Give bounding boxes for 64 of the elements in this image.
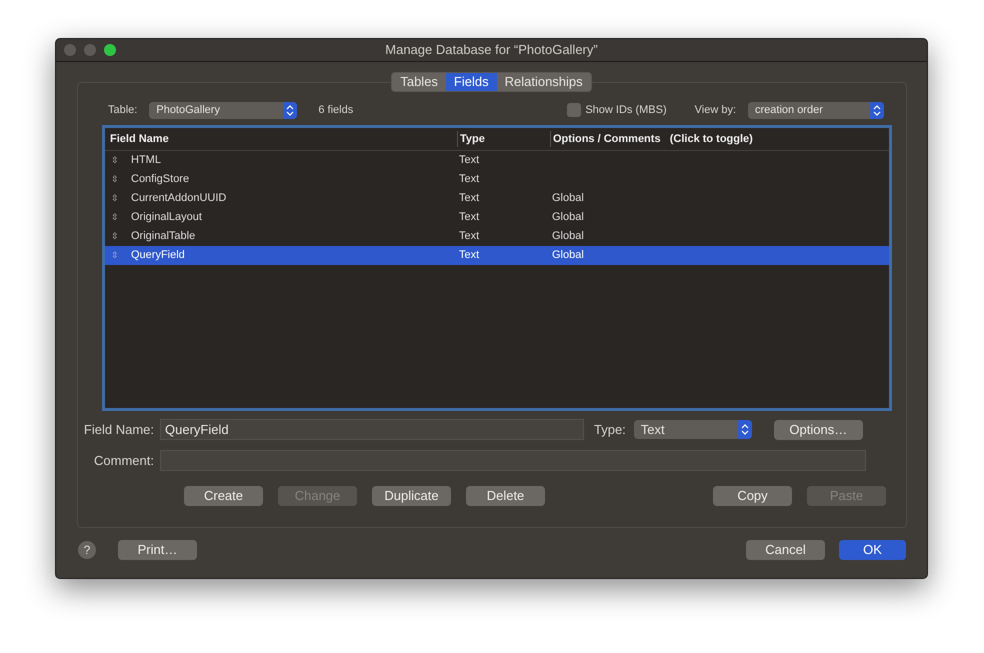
field-name-input[interactable]: QueryField [160, 419, 584, 440]
field-options: Global [550, 228, 584, 245]
view-by-dropdown[interactable]: creation order [748, 102, 884, 118]
field-name: OriginalTable [131, 229, 196, 244]
dialog-button[interactable]: OK [839, 540, 906, 560]
field-row[interactable]: ⇳ ConfigStore Text [105, 170, 889, 189]
tab[interactable]: Fields [446, 73, 497, 91]
field-type: Text [458, 248, 480, 264]
field-type: Text [458, 229, 480, 244]
field-row[interactable]: ⇳ HTML Text [105, 151, 889, 170]
field-type: Text [458, 191, 480, 206]
drag-handle[interactable]: ⇳ [111, 230, 119, 244]
window-title: Manage Database for “PhotoGallery” [385, 41, 598, 60]
tab[interactable]: Relationships [496, 73, 591, 91]
dialog-button[interactable]: Cancel [746, 540, 825, 560]
table-dropdown[interactable]: PhotoGallery [149, 102, 298, 118]
drag-handle[interactable]: ⇳ [111, 154, 119, 168]
column-header[interactable]: Options / Comments (Click to toggle) [550, 130, 753, 148]
field-type: Text [458, 210, 480, 226]
options-button[interactable]: Options… [774, 420, 863, 440]
action-button[interactable]: Duplicate [372, 486, 451, 506]
stepper-icon [873, 104, 881, 116]
action-button[interactable]: Create [184, 486, 263, 506]
window-control[interactable] [104, 44, 116, 56]
field-options: Global [550, 190, 584, 207]
field-name: HTML [131, 153, 161, 168]
dropdown-value: PhotoGallery [156, 102, 220, 118]
comment-label: Comment: [93, 452, 154, 470]
drag-handle[interactable]: ⇳ [111, 192, 119, 206]
field-name: ConfigStore [131, 172, 190, 188]
tab[interactable]: Tables [392, 73, 446, 91]
clipboard-button[interactable]: Copy [713, 486, 792, 506]
field-name: CurrentAddonUUID [131, 191, 226, 206]
field-type: Text [458, 153, 480, 168]
field-type: Text [458, 172, 480, 188]
drag-handle[interactable]: ⇳ [111, 248, 119, 262]
drag-handle[interactable]: ⇳ [111, 172, 119, 186]
dropdown-value: Text [640, 420, 665, 439]
view-by-label: View by: [694, 102, 736, 118]
field-count: 6 fields [318, 102, 354, 118]
show-ids-label: Show IDs (MBS) [585, 102, 667, 118]
field-name: OriginalLayout [131, 210, 202, 226]
field-row[interactable]: ⇳ OriginalTable Text Global [105, 227, 889, 246]
drag-handle[interactable]: ⇳ [111, 210, 119, 224]
action-button[interactable]: Delete [466, 486, 545, 506]
stepper-icon [740, 424, 749, 435]
type-dropdown[interactable]: Text [634, 420, 752, 439]
column-header[interactable]: Type [457, 130, 550, 148]
dropdown-value: creation order [755, 102, 823, 118]
field-row[interactable]: ⇳ OriginalLayout Text Global [105, 208, 889, 227]
field-name: QueryField [131, 248, 185, 264]
table-label: Table: [108, 102, 138, 118]
field-row[interactable]: ⇳ QueryField Text Global [105, 246, 889, 265]
show-ids-checkbox[interactable] [567, 103, 582, 117]
field-options: Global [550, 209, 584, 226]
field-options: Global [550, 247, 584, 264]
field-row[interactable]: ⇳ CurrentAddonUUID Text Global [105, 189, 889, 208]
help-button[interactable]: ? [78, 541, 96, 559]
print-button[interactable]: Print… [118, 540, 197, 560]
comment-input[interactable] [160, 450, 866, 471]
column-header[interactable]: Field Name [105, 130, 457, 148]
type-label: Type: [594, 420, 626, 439]
field-name-label: Field Name: [82, 420, 154, 439]
stepper-icon [286, 104, 294, 116]
